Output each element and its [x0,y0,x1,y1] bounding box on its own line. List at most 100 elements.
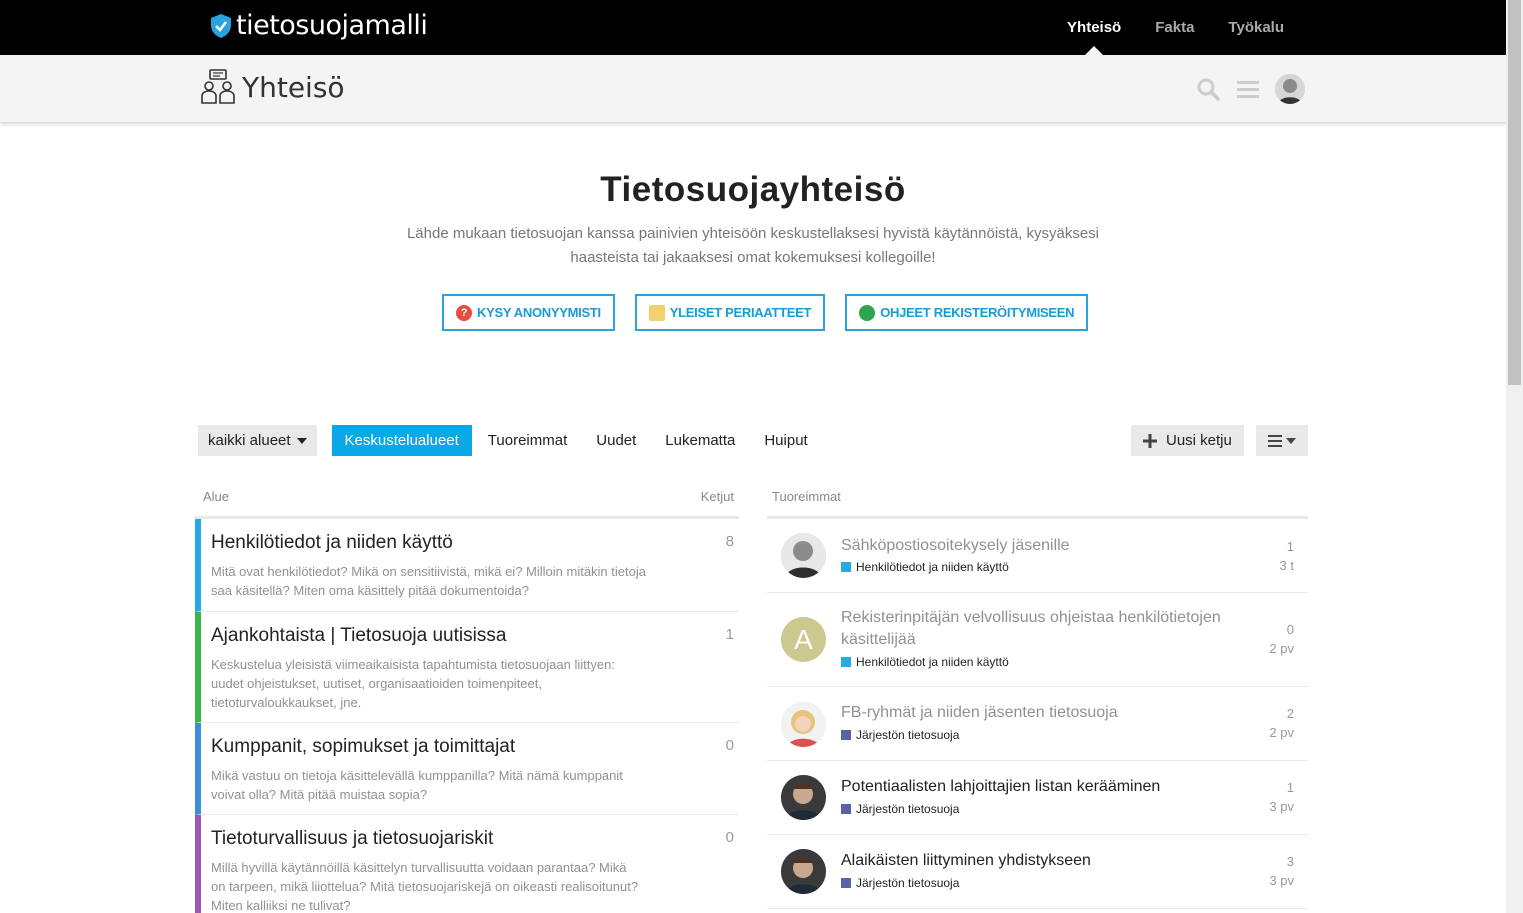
category-row[interactable]: Tietoturvallisuus ja tietosuojariskit 0 … [195,815,739,913]
topic-category[interactable]: Järjestön tietosuoja [841,876,959,890]
topic-row[interactable]: A Rekisterinpitäjän velvollisuus ohjeist… [767,593,1308,687]
author-avatar[interactable] [781,533,826,578]
category-nav: kaikki alueet Keskustelualueet Tuoreimma… [198,425,824,456]
forum-title: Yhteisö [242,70,345,104]
registration-guide-label: OHJEET REKISTERÖITYMISEEN [880,305,1075,320]
shield-icon [211,13,231,38]
activity-age[interactable]: 2 pv [1269,723,1294,742]
topic-category-label: Järjestön tietosuoja [856,802,960,816]
topnav-yhteiso[interactable]: Yhteisö [1067,0,1121,55]
category-title[interactable]: Ajankohtaista | Tietosuoja uutisissa [211,625,506,647]
top-bar: tietosuojamalli Yhteisö Fakta Työkalu [0,0,1506,55]
forum-logo[interactable]: Yhteisö [200,69,345,105]
tab-top[interactable]: Huiput [751,425,820,456]
category-color-badge [841,657,851,667]
scrollbar-thumb[interactable] [1508,0,1521,385]
topic-category[interactable]: Järjestön tietosuoja [841,728,959,742]
topic-row[interactable]: Sähköpostiosoitekysely jäsenille Henkilö… [767,519,1308,593]
category-topic-count: 0 [725,829,734,846]
ask-anonymously-label: KYSY ANONYYMISTI [477,305,601,320]
search-icon[interactable] [1195,72,1221,106]
user-avatar[interactable] [1275,74,1305,104]
reply-count: 1 [1286,539,1294,554]
category-topic-count: 0 [725,737,734,754]
topic-stats: 1 3 pv [1269,778,1294,816]
category-description: Mitä ovat henkilötiedot? Mikä on sensiti… [211,564,646,598]
category-color-badge [841,878,851,888]
question-icon: ? [456,304,472,321]
caret-down-icon [296,437,307,444]
topic-title[interactable]: Rekisterinpitäjän velvollisuus ohjeistaa… [841,607,1251,651]
list-icon [1268,434,1282,447]
topic-category[interactable]: Järjestön tietosuoja [841,802,959,816]
category-color-badge [841,730,851,740]
activity-age[interactable]: 3 pv [1269,797,1294,816]
topic-category-label: Järjestön tietosuoja [856,876,960,890]
topic-title[interactable]: FB-ryhmät ja niiden jäsenten tietosuoja [841,702,1251,724]
header-icons [1195,72,1305,106]
author-avatar[interactable] [781,775,826,820]
brand-name: tietosuojamalli [236,10,428,41]
category-title[interactable]: Henkilötiedot ja niiden käyttö [211,532,453,554]
new-topic-button[interactable]: Uusi ketju [1131,425,1244,456]
topic-category[interactable]: Henkilötiedot ja niiden käyttö [841,655,1009,669]
category-row[interactable]: Ajankohtaista | Tietosuoja uutisissa 1 K… [195,612,739,723]
new-topic-label: Uusi ketju [1166,432,1232,449]
forum-header: Yhteisö [0,55,1506,123]
community-icon [201,69,235,104]
topic-row[interactable]: FB-ryhmät ja niiden jäsenten tietosuoja … [767,687,1308,761]
tab-new[interactable]: Uudet [583,425,649,456]
category-title[interactable]: Tietoturvallisuus ja tietosuojariskit [211,828,493,850]
category-title[interactable]: Kumppanit, sopimukset ja toimittajat [211,736,515,758]
category-topic-count: 8 [725,533,734,550]
plus-icon [1143,433,1157,448]
topic-title[interactable]: Potentiaalisten lahjoittajien listan ker… [841,776,1251,798]
activity-age[interactable]: 3 t [1280,556,1294,575]
all-areas-label: kaikki alueet [208,432,291,449]
general-principles-button[interactable]: YLEISET PERIAATTEET [634,294,826,331]
topic-title[interactable]: Sähköpostiosoitekysely jäsenille [841,535,1251,557]
author-avatar[interactable] [781,849,826,894]
topic-category[interactable]: Henkilötiedot ja niiden käyttö [841,560,1009,574]
category-description: Keskustelua yleisistä viimeaikaisista ta… [211,657,615,710]
reply-count: 0 [1286,622,1294,637]
area-column-header: Alue [203,489,230,504]
category-color-badge [841,562,851,572]
topic-title[interactable]: Alaikäisten liittyminen yhdistykseen [841,850,1251,872]
author-avatar[interactable] [781,702,826,747]
registration-guide-button[interactable]: OHJEET REKISTERÖITYMISEEN [845,294,1089,331]
tab-unread[interactable]: Lukematta [652,425,748,456]
reply-count: 3 [1286,854,1294,869]
category-description: Mikä vastuu on tietoja käsittelevällä ku… [211,768,623,802]
topic-row[interactable]: Alaikäisten liittyminen yhdistykseen Jär… [767,835,1308,909]
category-color-badge [841,804,851,814]
all-areas-dropdown[interactable]: kaikki alueet [198,425,317,456]
top-nav: Yhteisö Fakta Työkalu [1067,0,1284,55]
page-description: Lähde mukaan tietosuojan kanssa painivie… [406,225,1100,266]
brand-logo[interactable]: tietosuojamalli [210,10,428,41]
latest-header: Tuoreimmat [767,487,1308,519]
scrollbar[interactable] [1506,0,1523,913]
latest-column-header: Tuoreimmat [772,489,841,504]
activity-age[interactable]: 3 pv [1269,871,1294,890]
category-row[interactable]: Henkilötiedot ja niiden käyttö 8 Mitä ov… [195,519,739,612]
tab-categories[interactable]: Keskustelualueet [331,425,472,456]
list-options-button[interactable] [1256,425,1308,456]
tab-latest[interactable]: Tuoreimmat [475,425,580,456]
ask-anonymously-button[interactable]: ? KYSY ANONYYMISTI [442,294,615,331]
topnav-fakta[interactable]: Fakta [1155,0,1194,55]
topic-row[interactable]: Potentiaalisten lahjoittajien listan ker… [767,761,1308,835]
topic-category-label: Järjestön tietosuoja [856,728,960,742]
caret-down-icon [1286,437,1296,444]
activity-age[interactable]: 2 pv [1269,639,1294,658]
hero-buttons: ? KYSY ANONYYMISTI YLEISET PERIAATTEET O… [442,294,1089,331]
author-avatar[interactable]: A [781,617,826,662]
category-row[interactable]: Kumppanit, sopimukset ja toimittajat 0 M… [195,723,739,815]
topic-category-label: Henkilötiedot ja niiden käyttö [856,655,1009,669]
topic-stats: 2 2 pv [1269,704,1294,742]
categories-header: Alue Ketjut [195,487,739,519]
topic-stats: 0 2 pv [1269,620,1294,658]
category-description: Millä hyvillä käytännöillä käsittelyn tu… [211,860,639,913]
hamburger-menu-icon[interactable] [1235,72,1261,106]
topnav-tyokalu[interactable]: Työkalu [1228,0,1284,55]
